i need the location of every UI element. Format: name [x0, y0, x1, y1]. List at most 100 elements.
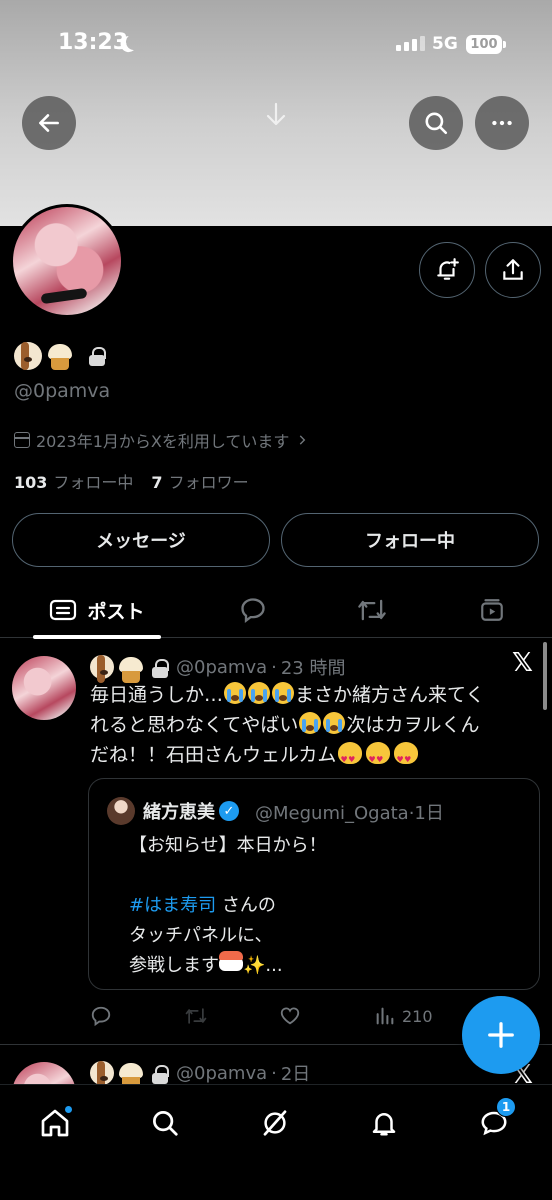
- quoted-tweet[interactable]: 緒方恵美 ✓ @Megumi_Ogata·1日 【お知らせ】本日から！ #はま寿…: [88, 778, 540, 990]
- quoted-author: 緒方恵美 ✓: [143, 798, 239, 824]
- tweet-header: @0pamva · 23 時間: [90, 654, 346, 683]
- following-count: 103: [14, 473, 48, 492]
- dog-emoji-icon: [14, 342, 42, 370]
- like-button[interactable]: [278, 1005, 302, 1027]
- tweet-text-part: まさか緒方さん来てく: [295, 684, 485, 706]
- protected-lock-icon: [89, 347, 106, 366]
- share-button[interactable]: [485, 242, 541, 298]
- search-button[interactable]: [409, 96, 463, 150]
- quoted-line: 【お知らせ】本日から！: [129, 835, 327, 856]
- protected-lock-icon: [152, 1065, 169, 1084]
- tab-reposts[interactable]: [352, 582, 392, 638]
- sparkles-emoji-icon: ✨: [243, 955, 266, 976]
- tweet-text-part: 毎日通うしか…: [90, 684, 224, 706]
- verified-badge-icon: ✓: [219, 801, 239, 821]
- signal-icon: [396, 36, 425, 51]
- arrow-left-icon: [39, 114, 59, 132]
- reply-icon: [91, 1006, 111, 1027]
- bell-plus-icon: [437, 258, 459, 280]
- dog-emoji-icon: [90, 655, 114, 683]
- joined-date[interactable]: 2023年1月からXを利用しています: [14, 428, 309, 452]
- nav-search[interactable]: [145, 1103, 185, 1143]
- battery-icon: 100: [466, 35, 506, 54]
- quoted-meta: @Megumi_Ogata·1日: [255, 803, 444, 824]
- tab-posts-label: ポスト: [87, 600, 145, 623]
- quoted-line: タッチパネルに、: [129, 925, 273, 946]
- tweet-text-part: れると思わなくてやばい: [90, 714, 299, 736]
- nav-notifications[interactable]: [364, 1103, 404, 1143]
- tweet-text-part: だね！！石田さんウェルカム: [90, 744, 337, 766]
- messages-badge: 1: [496, 1097, 516, 1117]
- heart-eyes-cat-emoji-icon: [394, 742, 419, 775]
- profile-tabs: ポスト: [0, 582, 552, 639]
- tweet-handle: @0pamva: [176, 1062, 268, 1084]
- unread-dot: [64, 1105, 73, 1114]
- active-tab-indicator: [33, 635, 161, 639]
- posts-icon: [50, 599, 77, 621]
- quoted-line: 参戦します: [129, 955, 219, 976]
- crying-emoji-icon: [224, 682, 247, 704]
- followers-link[interactable]: 7 フォロワー: [151, 469, 248, 493]
- quoted-text: 【お知らせ】本日から！ #はま寿司 さんの タッチパネルに、 参戦します ✨...: [129, 831, 327, 981]
- x-logo-icon: 𝕏: [512, 648, 533, 678]
- quoted-avatar: [107, 797, 135, 825]
- quoted-line: さんの: [216, 895, 276, 916]
- search-icon: [153, 1111, 178, 1136]
- tweet-avatar[interactable]: [12, 656, 76, 720]
- tweet-text-part: 次はカヲルくん: [346, 714, 480, 736]
- tab-posts[interactable]: ポスト: [33, 582, 161, 639]
- message-button[interactable]: メッセージ: [12, 513, 270, 567]
- nav-home[interactable]: [35, 1103, 75, 1143]
- quoted-handle: @Megumi_Ogata: [255, 803, 409, 824]
- followers-label: フォロワー: [168, 473, 249, 492]
- tab-media[interactable]: [472, 582, 512, 638]
- grok-icon: [263, 1110, 287, 1136]
- hashtag-link[interactable]: #はま寿司: [129, 895, 216, 916]
- more-icon: [492, 120, 512, 126]
- cupcake-emoji-icon: [118, 655, 143, 683]
- followers-count: 7: [151, 473, 163, 492]
- crying-emoji-icon: [299, 712, 322, 734]
- plus-icon: [488, 1022, 514, 1048]
- network-type: 5G: [432, 34, 458, 54]
- compose-button[interactable]: [462, 996, 540, 1074]
- pull-to-refresh-icon: [264, 102, 288, 132]
- bell-icon: [372, 1113, 396, 1136]
- following-label: フォロー中: [53, 473, 134, 492]
- scrollbar[interactable]: [543, 642, 547, 710]
- heart-icon: [280, 1007, 300, 1025]
- back-button[interactable]: [22, 96, 76, 150]
- media-icon: [481, 599, 503, 621]
- bottom-navigation: 1: [0, 1084, 552, 1200]
- status-bar: 13:23 5G 100: [0, 0, 552, 90]
- sushi-emoji-icon: [219, 951, 243, 971]
- replies-icon: [241, 598, 265, 623]
- dog-emoji-icon: [90, 1061, 114, 1089]
- notify-button[interactable]: [419, 242, 475, 298]
- repost-icon: [358, 599, 386, 621]
- nav-messages[interactable]: 1: [474, 1097, 516, 1143]
- chevron-right-icon: [300, 435, 306, 445]
- profile-avatar[interactable]: [10, 204, 124, 318]
- follow-counts: 103 フォロー中 7 フォロワー: [14, 469, 249, 493]
- heart-eyes-cat-emoji-icon: [338, 742, 363, 775]
- repost-icon: [185, 1008, 207, 1024]
- tweet-handle: @0pamva: [176, 656, 268, 678]
- nav-grok[interactable]: [255, 1103, 295, 1143]
- repost-button[interactable]: [184, 1005, 208, 1027]
- joined-text: 2023年1月からXを利用しています: [36, 432, 290, 451]
- more-button[interactable]: [475, 96, 529, 150]
- views-button[interactable]: 210: [374, 1005, 433, 1027]
- calendar-icon: [14, 432, 30, 448]
- cupcake-emoji-icon: [47, 342, 73, 370]
- reply-button[interactable]: [90, 1005, 112, 1027]
- tweet-time: 2日: [280, 1064, 311, 1085]
- tab-replies[interactable]: [233, 582, 273, 638]
- cupcake-emoji-icon: [118, 1061, 143, 1089]
- views-count: 210: [402, 1006, 433, 1026]
- tweet-header: @0pamva · 2日: [90, 1060, 311, 1089]
- search-icon: [425, 112, 448, 135]
- following-link[interactable]: 103 フォロー中: [14, 469, 133, 493]
- following-button[interactable]: フォロー中: [281, 513, 539, 567]
- crying-emoji-icon: [248, 682, 271, 704]
